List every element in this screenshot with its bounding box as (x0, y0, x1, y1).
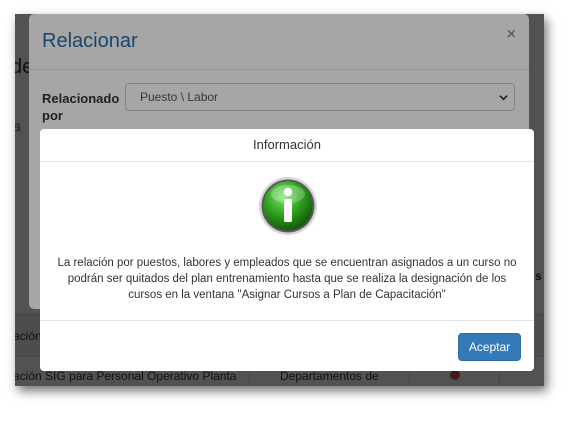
informacion-dialog: Información La relación por puestos, lab… (40, 129, 534, 371)
info-icon (259, 177, 317, 235)
informacion-dialog-footer: Aceptar (40, 320, 534, 371)
informacion-dialog-title: Información (253, 137, 321, 152)
informacion-message: La relación por puestos, labores y emple… (57, 257, 517, 301)
app-window: de a s ación ación SIG para Personal Ope… (15, 14, 544, 386)
aceptar-button[interactable]: Aceptar (458, 333, 521, 361)
informacion-dialog-header: Información (40, 129, 534, 162)
